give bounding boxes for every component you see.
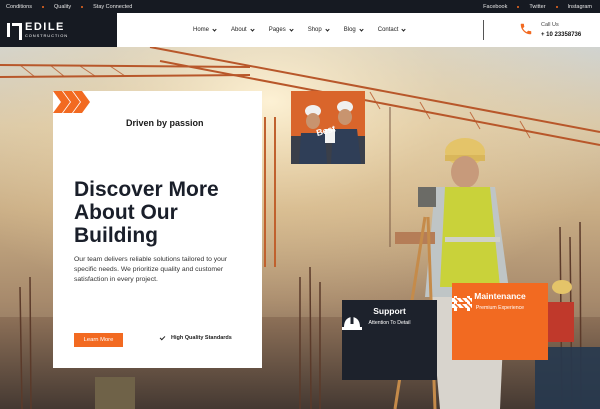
chevron-down-icon [325,26,330,32]
chevron-down-icon [289,26,294,32]
quality-badge: High Quality Standards [159,334,232,341]
link-stay-connected[interactable]: Stay Connected [93,4,132,10]
main-nav: Home About Pages Shop Blog Contact [193,13,420,47]
link-instagram[interactable]: Instagram [568,4,592,10]
header-divider [483,20,484,40]
service-subtitle: Premium Experience [475,305,525,311]
brand-name: EDILE [25,21,65,33]
service-maintenance-card[interactable]: Maintenance Premium Experience [452,283,548,360]
chevron-down-icon [212,26,217,32]
service-title: Maintenance [474,291,526,301]
hero-tagline: Driven by passion [126,118,204,128]
logo-mark-icon [7,23,22,40]
link-conditions[interactable]: Conditions [6,4,32,10]
top-links-left: Conditions Quality Stay Connected [6,4,132,10]
nav-item-contact[interactable]: Contact [378,26,407,33]
check-icon [159,334,166,340]
hero-headline: Discover More About Our Building [74,178,219,247]
top-bar: Conditions Quality Stay Connected Facebo… [0,0,600,13]
top-links-right: Facebook Twitter Instagram [483,4,592,10]
nav-item-shop[interactable]: Shop [308,26,330,33]
chevron-down-icon [250,26,255,32]
brand-tagline: CONSTRUCTION [25,33,69,38]
call-label: Call Us [541,22,559,28]
team-photo: Best [291,91,365,164]
separator-dot [517,5,520,8]
service-subtitle: Attention To Detail [368,320,411,326]
chevron-down-icon [359,26,364,32]
separator-dot [555,5,558,8]
team-photo-image: Best [291,91,365,164]
site-header: EDILE CONSTRUCTION Home About Pages Shop… [0,13,600,47]
hero-section: Driven by passion Discover More About Ou… [0,47,600,409]
service-title: Support [373,306,406,316]
hero-card: Driven by passion Discover More About Ou… [53,91,262,368]
hardhat-icon [342,317,362,330]
link-facebook[interactable]: Facebook [483,4,507,10]
separator-dot [42,5,44,8]
chevron-down-icon [401,26,407,32]
separator-dot [81,5,84,8]
phone-icon[interactable] [519,22,533,36]
hero-description: Our team delivers reliable solutions tai… [74,256,228,283]
triple-arrow-icon [53,91,90,113]
link-twitter[interactable]: Twitter [529,4,545,10]
call-number[interactable]: + 10 23358736 [541,32,581,38]
learn-more-button[interactable]: Learn More [74,333,123,347]
nav-item-blog[interactable]: Blog [344,26,364,33]
barrier-icon [452,296,472,311]
nav-item-about[interactable]: About [231,26,255,33]
quality-badge-label: High Quality Standards [171,335,232,341]
service-support-card[interactable]: Support Attention To Detail [342,300,437,380]
link-quality[interactable]: Quality [54,4,71,10]
nav-item-home[interactable]: Home [193,26,217,33]
nav-item-pages[interactable]: Pages [269,26,294,33]
logo[interactable]: EDILE CONSTRUCTION [0,13,117,47]
